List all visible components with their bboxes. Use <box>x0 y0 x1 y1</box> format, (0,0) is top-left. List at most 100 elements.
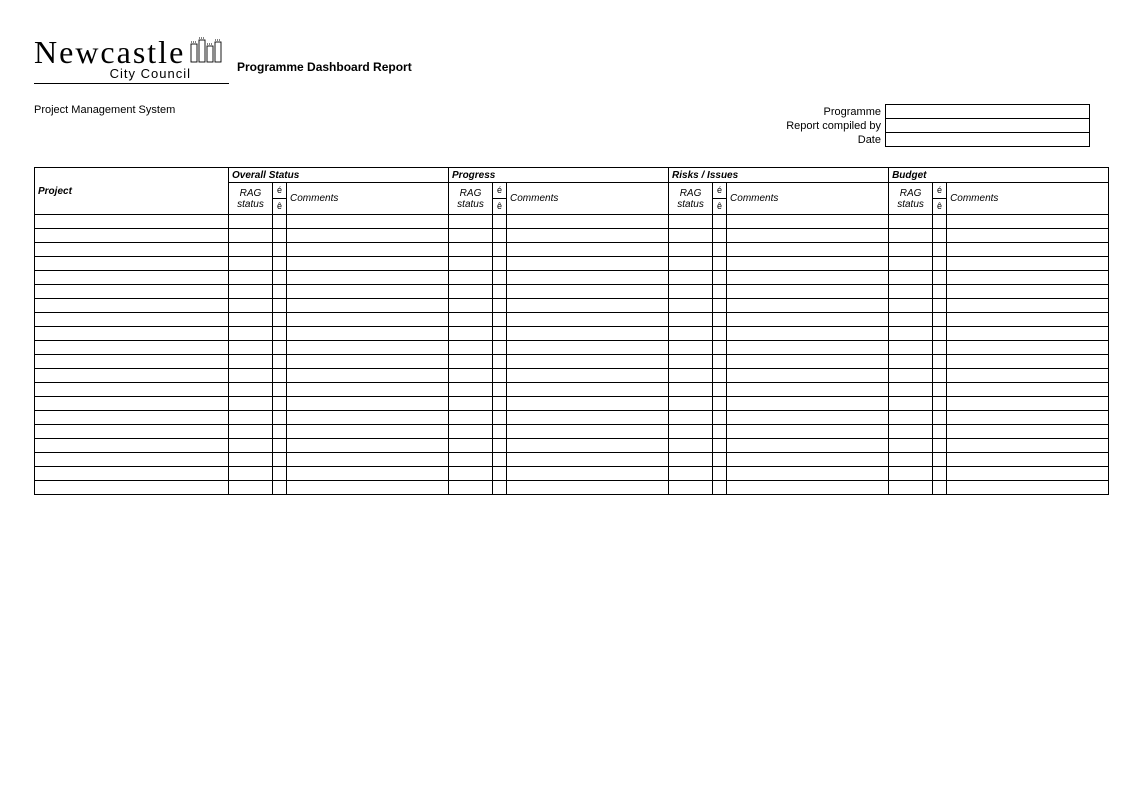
table-cell[interactable] <box>727 341 889 355</box>
table-cell[interactable] <box>713 257 727 271</box>
meta-date-field[interactable] <box>886 133 1090 147</box>
table-cell[interactable] <box>713 453 727 467</box>
table-cell[interactable] <box>35 313 229 327</box>
table-cell[interactable] <box>727 313 889 327</box>
table-cell[interactable] <box>713 285 727 299</box>
table-cell[interactable] <box>273 369 287 383</box>
table-cell[interactable] <box>229 439 273 453</box>
table-cell[interactable] <box>273 243 287 257</box>
table-cell[interactable] <box>889 425 933 439</box>
table-cell[interactable] <box>287 243 449 257</box>
table-cell[interactable] <box>727 327 889 341</box>
table-cell[interactable] <box>273 285 287 299</box>
table-cell[interactable] <box>727 481 889 495</box>
table-cell[interactable] <box>713 397 727 411</box>
table-cell[interactable] <box>229 397 273 411</box>
table-cell[interactable] <box>889 355 933 369</box>
table-cell[interactable] <box>35 467 229 481</box>
table-cell[interactable] <box>273 397 287 411</box>
table-cell[interactable] <box>713 271 727 285</box>
table-cell[interactable] <box>449 397 493 411</box>
table-cell[interactable] <box>507 215 669 229</box>
table-cell[interactable] <box>889 313 933 327</box>
table-cell[interactable] <box>933 383 947 397</box>
table-cell[interactable] <box>727 425 889 439</box>
table-cell[interactable] <box>947 299 1109 313</box>
table-cell[interactable] <box>507 397 669 411</box>
table-cell[interactable] <box>273 229 287 243</box>
table-cell[interactable] <box>229 285 273 299</box>
table-cell[interactable] <box>947 383 1109 397</box>
table-cell[interactable] <box>947 285 1109 299</box>
table-cell[interactable] <box>287 453 449 467</box>
table-cell[interactable] <box>287 467 449 481</box>
table-cell[interactable] <box>933 229 947 243</box>
table-cell[interactable] <box>35 397 229 411</box>
table-cell[interactable] <box>947 215 1109 229</box>
table-cell[interactable] <box>727 299 889 313</box>
table-cell[interactable] <box>507 313 669 327</box>
table-cell[interactable] <box>713 481 727 495</box>
table-cell[interactable] <box>947 481 1109 495</box>
table-cell[interactable] <box>889 481 933 495</box>
table-cell[interactable] <box>449 299 493 313</box>
table-cell[interactable] <box>229 481 273 495</box>
table-cell[interactable] <box>449 383 493 397</box>
table-cell[interactable] <box>449 341 493 355</box>
table-cell[interactable] <box>669 257 713 271</box>
table-cell[interactable] <box>889 299 933 313</box>
table-cell[interactable] <box>507 355 669 369</box>
table-cell[interactable] <box>507 411 669 425</box>
meta-compiled-field[interactable] <box>886 119 1090 133</box>
table-cell[interactable] <box>287 355 449 369</box>
table-cell[interactable] <box>449 425 493 439</box>
table-cell[interactable] <box>287 397 449 411</box>
table-cell[interactable] <box>35 341 229 355</box>
table-cell[interactable] <box>933 439 947 453</box>
table-cell[interactable] <box>273 439 287 453</box>
table-cell[interactable] <box>669 439 713 453</box>
table-cell[interactable] <box>273 383 287 397</box>
table-cell[interactable] <box>947 229 1109 243</box>
table-cell[interactable] <box>287 215 449 229</box>
table-cell[interactable] <box>507 369 669 383</box>
table-cell[interactable] <box>889 215 933 229</box>
table-cell[interactable] <box>449 355 493 369</box>
table-cell[interactable] <box>669 285 713 299</box>
table-cell[interactable] <box>229 383 273 397</box>
table-cell[interactable] <box>727 467 889 481</box>
table-cell[interactable] <box>889 229 933 243</box>
table-cell[interactable] <box>933 215 947 229</box>
table-cell[interactable] <box>933 425 947 439</box>
table-cell[interactable] <box>287 481 449 495</box>
table-cell[interactable] <box>713 383 727 397</box>
table-cell[interactable] <box>273 425 287 439</box>
table-cell[interactable] <box>449 313 493 327</box>
table-cell[interactable] <box>507 481 669 495</box>
table-cell[interactable] <box>287 369 449 383</box>
table-cell[interactable] <box>273 481 287 495</box>
table-cell[interactable] <box>493 355 507 369</box>
table-cell[interactable] <box>933 369 947 383</box>
table-cell[interactable] <box>669 327 713 341</box>
table-cell[interactable] <box>35 369 229 383</box>
table-cell[interactable] <box>493 439 507 453</box>
table-cell[interactable] <box>449 285 493 299</box>
table-cell[interactable] <box>507 285 669 299</box>
table-cell[interactable] <box>229 243 273 257</box>
table-cell[interactable] <box>273 215 287 229</box>
table-cell[interactable] <box>669 425 713 439</box>
table-cell[interactable] <box>933 397 947 411</box>
table-cell[interactable] <box>713 411 727 425</box>
table-cell[interactable] <box>933 243 947 257</box>
table-cell[interactable] <box>889 341 933 355</box>
table-cell[interactable] <box>229 215 273 229</box>
table-cell[interactable] <box>493 313 507 327</box>
table-cell[interactable] <box>493 425 507 439</box>
meta-programme-field[interactable] <box>886 105 1090 119</box>
table-cell[interactable] <box>947 411 1109 425</box>
table-cell[interactable] <box>493 481 507 495</box>
table-cell[interactable] <box>35 243 229 257</box>
table-cell[interactable] <box>713 215 727 229</box>
table-cell[interactable] <box>669 299 713 313</box>
